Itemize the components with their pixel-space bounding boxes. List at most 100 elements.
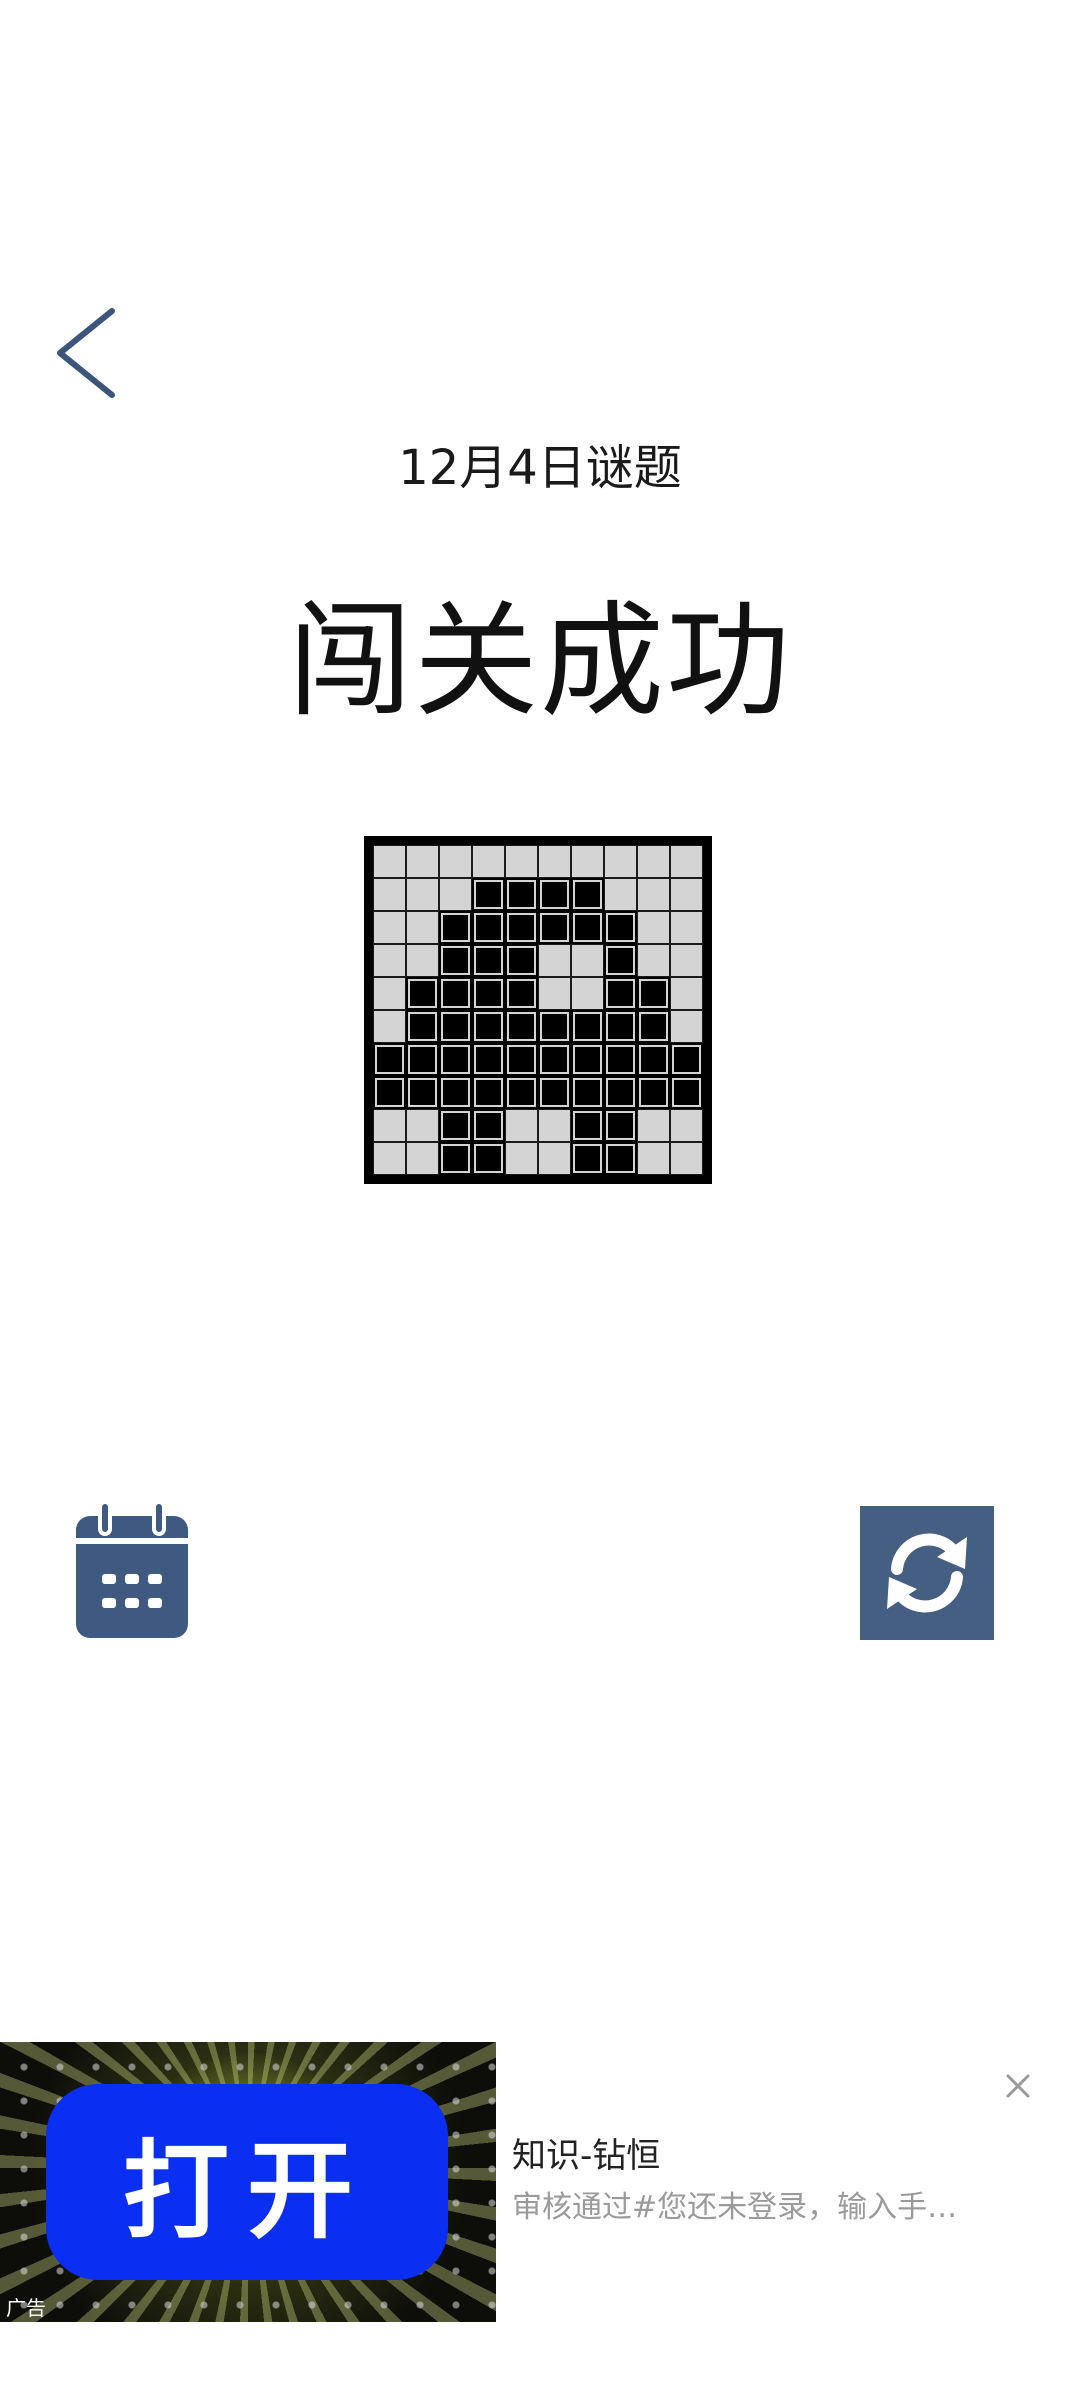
calendar-button[interactable]: [74, 1500, 190, 1640]
grid-cell-filled: [571, 1076, 604, 1109]
grid-cell-empty: [373, 944, 406, 977]
grid-cell-filled: [538, 1043, 571, 1076]
grid-cell-filled: [373, 1076, 406, 1109]
ad-description[interactable]: 审核通过#您还未登录，输入手机号即可登录: [512, 2188, 972, 2228]
grid-cell-filled: [472, 944, 505, 977]
nonogram-board: [364, 836, 712, 1184]
grid-cell-filled: [637, 1010, 670, 1043]
grid-cell-filled: [571, 1010, 604, 1043]
grid-cell-filled: [538, 911, 571, 944]
grid-cell-empty: [373, 1010, 406, 1043]
grid-cell-empty: [406, 944, 439, 977]
grid-cell-filled: [538, 1010, 571, 1043]
grid-cell-filled: [439, 1010, 472, 1043]
grid-cell-filled: [604, 1043, 637, 1076]
refresh-icon: [887, 1533, 967, 1613]
grid-cell-filled: [538, 1076, 571, 1109]
grid-cell-empty: [538, 1109, 571, 1142]
grid-cell-empty: [670, 1142, 703, 1175]
grid-cell-filled: [472, 1010, 505, 1043]
grid-cell-filled: [439, 944, 472, 977]
grid-cell-empty: [538, 845, 571, 878]
ad-tag: 广告: [6, 2296, 46, 2320]
grid-cell-empty: [670, 1109, 703, 1142]
grid-cell-filled: [472, 1043, 505, 1076]
grid-cell-empty: [472, 845, 505, 878]
ad-open-button[interactable]: 打开: [46, 2084, 448, 2280]
grid-cell-filled: [373, 1043, 406, 1076]
grid-cell-empty: [670, 878, 703, 911]
grid-cell-empty: [538, 977, 571, 1010]
grid-cell-empty: [637, 1109, 670, 1142]
grid-cell-empty: [670, 911, 703, 944]
grid-cell-filled: [406, 1076, 439, 1109]
grid-cell-filled: [670, 1043, 703, 1076]
result-title: 闯关成功: [287, 590, 792, 734]
ad-tag-label: 广告: [6, 2296, 46, 2320]
grid-cell-empty: [406, 911, 439, 944]
grid-cell-empty: [406, 878, 439, 911]
grid-cell-empty: [670, 977, 703, 1010]
ad-image[interactable]: 打开 广告: [0, 2042, 496, 2322]
grid-cell-empty: [373, 1109, 406, 1142]
grid-cell-empty: [505, 845, 538, 878]
puzzle-date-label: 12月4日谜题: [398, 440, 682, 496]
grid-cell-filled: [604, 1109, 637, 1142]
grid-cell-filled: [604, 1076, 637, 1109]
grid-cell-filled: [439, 1043, 472, 1076]
grid-cell-filled: [406, 1010, 439, 1043]
ad-title[interactable]: 知识-钻恒: [512, 2134, 660, 2178]
chevron-left-icon: [57, 308, 115, 398]
grid-cell-empty: [604, 878, 637, 911]
grid-cell-empty: [373, 977, 406, 1010]
grid-cell-filled: [472, 977, 505, 1010]
grid-cell-empty: [637, 878, 670, 911]
grid-cell-filled: [505, 1010, 538, 1043]
grid-cell-filled: [472, 1142, 505, 1175]
grid-cell-filled: [439, 977, 472, 1010]
grid-cell-filled: [571, 911, 604, 944]
grid-cell-filled: [571, 1109, 604, 1142]
grid-cell-filled: [637, 977, 670, 1010]
grid-cell-empty: [571, 977, 604, 1010]
grid-cell-filled: [604, 944, 637, 977]
grid-cell-filled: [439, 1109, 472, 1142]
refresh-button[interactable]: [860, 1506, 994, 1640]
grid-cell-empty: [670, 845, 703, 878]
grid-cell-empty: [538, 1142, 571, 1175]
grid-cell-empty: [604, 845, 637, 878]
grid-cell-empty: [406, 1109, 439, 1142]
grid-cell-filled: [472, 1076, 505, 1109]
grid-cell-filled: [538, 878, 571, 911]
grid-cell-filled: [505, 944, 538, 977]
grid-cell-empty: [373, 911, 406, 944]
grid-cell-filled: [571, 1142, 604, 1175]
grid-cell-empty: [637, 944, 670, 977]
grid-cell-empty: [538, 944, 571, 977]
grid-cell-filled: [670, 1076, 703, 1109]
grid-cell-empty: [406, 845, 439, 878]
grid-cell-empty: [505, 1142, 538, 1175]
grid-cell-filled: [472, 1109, 505, 1142]
grid-cell-empty: [670, 944, 703, 977]
grid-cell-empty: [439, 878, 472, 911]
grid-cell-filled: [505, 878, 538, 911]
grid-cell-filled: [604, 1142, 637, 1175]
grid-cell-filled: [406, 977, 439, 1010]
back-button[interactable]: [40, 298, 130, 408]
grid-cell-empty: [406, 1142, 439, 1175]
grid-cell-filled: [439, 911, 472, 944]
grid-cell-filled: [571, 1043, 604, 1076]
grid-cell-empty: [670, 1010, 703, 1043]
grid-cell-filled: [604, 911, 637, 944]
ad-close-button[interactable]: [998, 2066, 1038, 2106]
grid-cell-filled: [505, 977, 538, 1010]
grid-cell-filled: [505, 1043, 538, 1076]
grid-cell-filled: [439, 1076, 472, 1109]
grid-cell-filled: [637, 1076, 670, 1109]
grid-cell-empty: [637, 911, 670, 944]
grid-cell-filled: [406, 1043, 439, 1076]
ad-banner[interactable]: 打开 广告 知识-钻恒 审核通过#您还未登录，输入手机号即可登录: [0, 2042, 1080, 2322]
grid-cell-filled: [439, 1142, 472, 1175]
grid-cell-filled: [604, 977, 637, 1010]
